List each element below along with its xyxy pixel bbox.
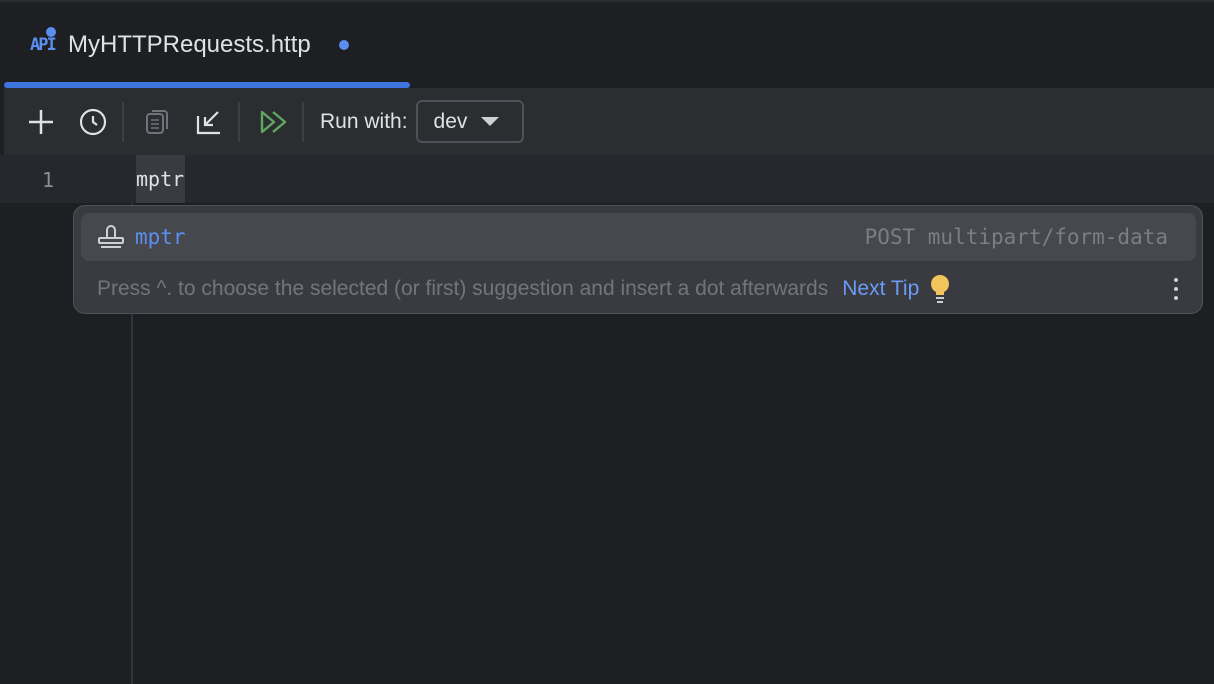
http-toolbar: Run with: dev [4, 88, 1214, 155]
toolbar-separator [302, 102, 304, 142]
editor-tab-bar: API MyHTTPRequests.http [0, 0, 1214, 88]
line-number: 1 [42, 168, 54, 192]
document-icon [143, 108, 171, 136]
tab-my-http-requests[interactable]: API MyHTTPRequests.http [4, 2, 410, 88]
code-text[interactable]: mptr [136, 155, 185, 203]
toolbar-separator [238, 102, 240, 142]
completion-item-type: POST multipart/form-data [865, 225, 1168, 249]
add-request-button[interactable] [24, 105, 58, 139]
run-all-icon [258, 108, 288, 136]
examples-button[interactable] [140, 105, 174, 139]
environment-value: dev [434, 110, 468, 134]
tab-title: MyHTTPRequests.http [68, 31, 311, 59]
toolbar-separator [122, 102, 124, 142]
live-template-stamp-icon [97, 224, 125, 250]
chevron-down-icon [481, 117, 499, 126]
clock-icon [78, 107, 108, 137]
api-file-icon: API [30, 35, 60, 55]
more-options-icon[interactable] [1174, 278, 1178, 300]
completion-tip: Press ^. to choose the selected (or firs… [97, 274, 1178, 304]
run-with-label: Run with: [320, 110, 408, 134]
completion-item-name: mptr [135, 225, 186, 249]
import-button[interactable] [192, 105, 226, 139]
completion-popup: mptr POST multipart/form-data Press ^. t… [73, 205, 1203, 314]
tip-text: Press ^. to choose the selected (or firs… [97, 277, 828, 301]
completion-item[interactable]: mptr POST multipart/form-data [81, 213, 1196, 261]
environment-select[interactable]: dev [416, 100, 524, 143]
modified-indicator [339, 40, 349, 50]
plus-icon [27, 108, 55, 136]
history-button[interactable] [76, 105, 110, 139]
import-arrow-icon [195, 108, 223, 136]
lightbulb-icon [929, 274, 951, 304]
run-all-button[interactable] [256, 105, 290, 139]
next-tip-link[interactable]: Next Tip [842, 277, 919, 301]
